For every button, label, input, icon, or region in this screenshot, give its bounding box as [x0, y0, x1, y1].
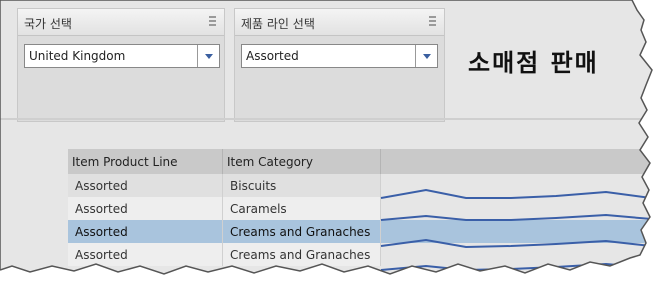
country-selector-title: 국가 선택 — [24, 17, 72, 31]
product-line-selector-title: 제품 라인 선택 — [241, 17, 315, 31]
product-line-selector: 제품 라인 선택 Assorted — [234, 8, 445, 122]
cell-category: Caramels — [223, 197, 381, 220]
chevron-down-icon[interactable] — [197, 45, 219, 67]
divider — [0, 118, 652, 120]
cell-category: Creams and Granaches — [223, 243, 381, 266]
country-selector-header: 국가 선택 — [18, 9, 224, 36]
column-header-product-line[interactable]: Item Product Line — [68, 149, 223, 174]
sparkline-creams — [380, 238, 652, 249]
chevron-down-icon[interactable] — [415, 45, 437, 67]
column-header-category[interactable]: Item Category — [223, 149, 381, 174]
menu-icon[interactable] — [209, 16, 216, 28]
column-header-sparkline — [381, 149, 652, 174]
sparkline-biscuits — [380, 188, 652, 199]
dashboard-panel: 국가 선택 United Kingdom 제품 라인 선택 Assorted 소… — [0, 0, 652, 274]
country-dropdown[interactable]: United Kingdom — [24, 44, 220, 68]
product-line-dropdown[interactable]: Assorted — [241, 44, 438, 68]
page-title: 소매점 판매 — [468, 49, 599, 77]
cell-category: Creams and Granaches — [223, 220, 381, 243]
cell-product-line: Assorted — [68, 243, 223, 266]
cell-product-line: Assorted — [68, 220, 223, 243]
menu-icon[interactable] — [429, 16, 436, 28]
cell-category: Biscuits — [223, 174, 381, 197]
sparkline-caramels — [380, 213, 652, 221]
country-selector: 국가 선택 United Kingdom — [17, 8, 225, 122]
product-line-dropdown-value: Assorted — [246, 49, 299, 63]
cell-product-line: Assorted — [68, 174, 223, 197]
sparkline-chart — [380, 188, 652, 272]
country-dropdown-value: United Kingdom — [29, 49, 126, 63]
product-line-selector-header: 제품 라인 선택 — [235, 9, 444, 36]
cell-product-line: Assorted — [68, 197, 223, 220]
sparkline-creams-2 — [380, 262, 652, 272]
